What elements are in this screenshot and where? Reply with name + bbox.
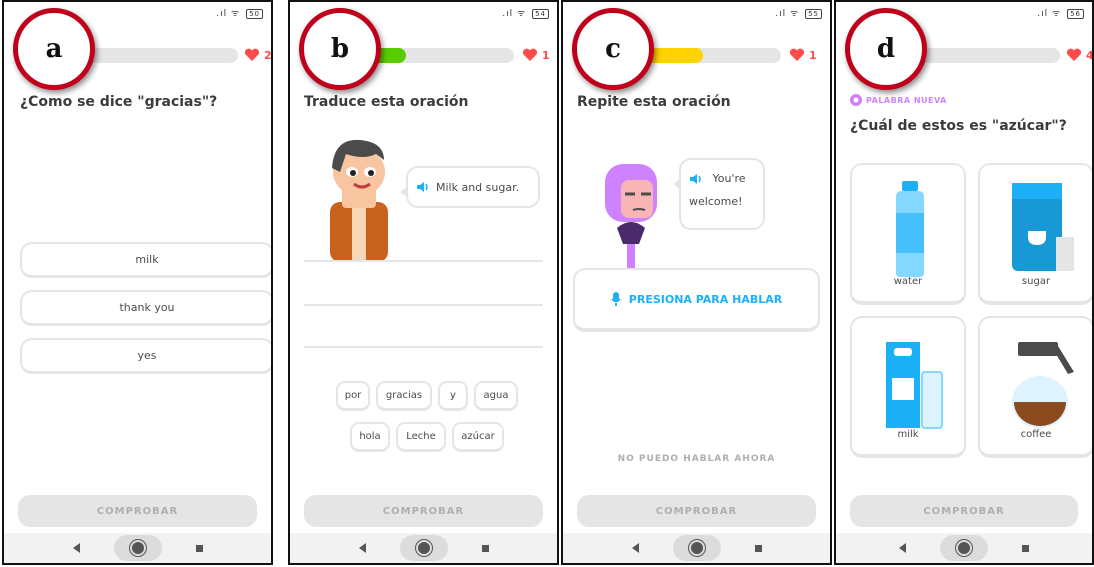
instruction-title: Repite esta oración xyxy=(577,94,731,110)
android-nav-bar xyxy=(563,533,830,563)
sugar-bag-image xyxy=(1012,183,1074,271)
new-word-tag: PALABRA NUEVA xyxy=(850,94,947,106)
android-nav-bar xyxy=(4,533,271,563)
hearts-count: 1 xyxy=(809,48,817,62)
speech-bubble[interactable]: You're welcome! xyxy=(673,158,765,230)
new-word-icon xyxy=(850,94,862,106)
answer-line xyxy=(304,304,543,306)
card-label: milk xyxy=(897,429,919,440)
word-chip-agua[interactable]: agua xyxy=(474,381,518,411)
cant-speak-now-button[interactable]: NO PUEDO HABLAR AHORA xyxy=(563,454,830,464)
heart-icon xyxy=(244,48,260,61)
check-button[interactable]: COMPROBAR xyxy=(304,495,543,527)
character-illustration xyxy=(605,164,657,268)
question-prompt: ¿Cuál de estos es "azúcar"? xyxy=(850,118,1067,134)
back-icon[interactable] xyxy=(72,543,80,553)
back-icon[interactable] xyxy=(358,543,366,553)
speaker-icon[interactable] xyxy=(416,181,430,193)
home-icon[interactable] xyxy=(113,535,162,561)
heart-icon xyxy=(522,48,538,61)
panel-label-badge: a xyxy=(13,8,95,90)
answer-option-yes[interactable]: yes xyxy=(20,338,271,374)
hearts-counter: 4 xyxy=(1066,48,1094,62)
word-chip-por[interactable]: por xyxy=(336,381,370,411)
panel-a: .ıl ᯤ 50 a 2 ¿Como se dice "gracias"? mi… xyxy=(2,0,273,565)
answer-option-milk[interactable]: milk xyxy=(20,242,271,278)
recents-icon[interactable] xyxy=(481,544,489,552)
word-chip-azucar[interactable]: azúcar xyxy=(452,422,504,452)
panel-c: .ıl ᯤ 55 c 1 Repite esta oración You're … xyxy=(561,0,832,565)
heart-icon xyxy=(789,48,805,61)
status-bar: .ıl ᯤ 56 xyxy=(1037,6,1084,19)
character-illustration xyxy=(330,139,388,262)
answer-line xyxy=(304,346,543,348)
word-chip-hola[interactable]: hola xyxy=(350,422,390,452)
card-label: sugar xyxy=(1021,276,1051,287)
new-word-label: PALABRA NUEVA xyxy=(866,95,947,105)
hearts-count: 1 xyxy=(542,48,550,62)
instruction-title: Traduce esta oración xyxy=(304,94,469,110)
status-bar: .ıl ᯤ 50 xyxy=(216,6,263,19)
word-chip-leche[interactable]: Leche xyxy=(396,422,446,452)
answer-card-water[interactable]: water xyxy=(850,163,966,305)
hearts-counter: 1 xyxy=(789,48,817,62)
recents-icon[interactable] xyxy=(754,544,762,552)
sentence-text-line-1: You're xyxy=(712,172,746,185)
answer-line xyxy=(304,260,543,262)
answer-option-thank-you[interactable]: thank you xyxy=(20,290,271,326)
panel-label-badge: d xyxy=(845,8,927,90)
android-nav-bar xyxy=(836,533,1092,563)
panel-b: .ıl ᯤ 54 b 1 Traduce esta oración Milk a… xyxy=(288,0,559,565)
answer-card-coffee[interactable]: coffee xyxy=(978,316,1092,458)
hearts-count: 2 xyxy=(264,48,272,62)
milk-carton-image xyxy=(886,342,943,429)
check-button[interactable]: COMPROBAR xyxy=(18,495,257,527)
card-label: coffee xyxy=(1020,429,1052,440)
water-bottle-image xyxy=(896,181,924,277)
speaker-icon[interactable] xyxy=(689,173,703,185)
hearts-counter: 2 xyxy=(244,48,272,62)
home-icon[interactable] xyxy=(940,535,988,561)
press-to-speak-label: PRESIONA PARA HABLAR xyxy=(628,292,783,306)
word-chip-gracias[interactable]: gracias xyxy=(376,381,432,411)
coffee-pot-image xyxy=(1012,342,1074,428)
home-icon[interactable] xyxy=(672,535,721,561)
sentence-text: Milk and sugar. xyxy=(436,180,520,194)
status-bar: .ıl ᯤ 55 xyxy=(775,6,822,19)
panel-label-badge: c xyxy=(572,8,654,90)
heart-icon xyxy=(1066,48,1082,61)
answer-card-sugar[interactable]: sugar xyxy=(978,163,1092,305)
word-chip-y[interactable]: y xyxy=(438,381,468,411)
panel-label-badge: b xyxy=(299,8,381,90)
recents-icon[interactable] xyxy=(195,544,203,552)
question-prompt: ¿Como se dice "gracias"? xyxy=(20,94,218,110)
back-icon[interactable] xyxy=(631,543,639,553)
card-label: water xyxy=(893,276,923,287)
check-button[interactable]: COMPROBAR xyxy=(850,495,1078,527)
android-nav-bar xyxy=(290,533,557,563)
microphone-icon xyxy=(611,292,621,306)
back-icon[interactable] xyxy=(899,543,906,553)
panel-d: .ıl ᯤ 56 d 4 PALABRA NUEVA ¿Cuál de esto… xyxy=(834,0,1094,565)
answer-card-milk[interactable]: milk xyxy=(850,316,966,458)
home-icon[interactable] xyxy=(399,535,448,561)
hearts-counter: 1 xyxy=(522,48,550,62)
sentence-text-line-2: welcome! xyxy=(689,195,743,208)
hearts-count: 4 xyxy=(1086,48,1094,62)
recents-icon[interactable] xyxy=(1022,544,1029,552)
press-to-speak-button[interactable]: PRESIONA PARA HABLAR xyxy=(573,268,820,332)
check-button[interactable]: COMPROBAR xyxy=(577,495,816,527)
status-bar: .ıl ᯤ 54 xyxy=(502,6,549,19)
speech-bubble[interactable]: Milk and sugar. xyxy=(400,166,540,208)
